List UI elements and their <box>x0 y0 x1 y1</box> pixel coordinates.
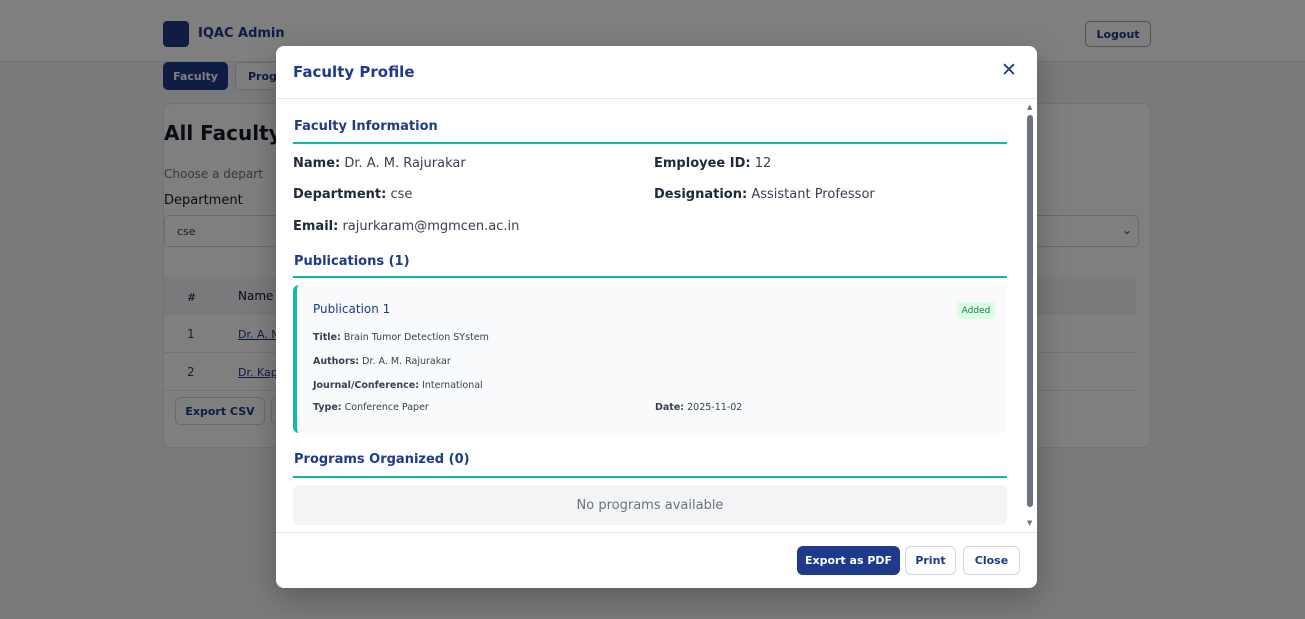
status-badge: Added <box>957 302 995 319</box>
publication-date-value: 2025-11-02 <box>687 402 743 413</box>
email-label: Email: <box>293 219 339 234</box>
publication-title-value: Brain Tumor Detection SYstem <box>343 332 489 343</box>
section-divider <box>293 142 1007 144</box>
scrollbar-thumb[interactable] <box>1027 115 1033 507</box>
publication-date-label: Date: <box>655 402 685 413</box>
close-icon[interactable]: ✕ <box>998 59 1020 81</box>
section-divider <box>293 276 1007 278</box>
faculty-information-heading: Faculty Information <box>294 119 438 134</box>
publication-journal-value: International <box>422 380 483 391</box>
designation-value: Assistant Professor <box>751 187 875 202</box>
email-value: rajurkaram@mgmcen.ac.in <box>342 219 520 234</box>
publication-journal: Journal/Conference: International <box>313 380 483 391</box>
faculty-department: Department: cse <box>293 187 412 202</box>
faculty-designation: Designation: Assistant Professor <box>654 187 875 202</box>
publication-heading: Publication 1 <box>313 302 391 316</box>
programs-empty-state: No programs available <box>293 485 1007 525</box>
publication-authors-label: Authors: <box>313 356 360 367</box>
employee-id-value: 12 <box>754 156 772 171</box>
modal-title: Faculty Profile <box>293 63 415 81</box>
publication-authors-value: Dr. A. M. Rajurakar <box>362 356 451 367</box>
name-label: Name: <box>293 156 341 171</box>
faculty-email: Email: rajurkaram@mgmcen.ac.in <box>293 219 519 234</box>
employee-id-label: Employee ID: <box>654 156 751 171</box>
publication-journal-label: Journal/Conference: <box>313 380 420 391</box>
department-field-value: cse <box>390 187 413 202</box>
publication-card: Publication 1 Added Title: Brain Tumor D… <box>293 285 1007 433</box>
modal-body[interactable]: Faculty Information Name: Dr. A. M. Raju… <box>276 99 1037 532</box>
department-field-label: Department: <box>293 187 387 202</box>
scroll-up-arrow-icon[interactable]: ▲ <box>1027 103 1032 111</box>
scroll-down-arrow-icon[interactable]: ▼ <box>1027 519 1032 527</box>
publication-type-label: Type: <box>313 402 342 413</box>
print-button[interactable]: Print <box>905 546 956 575</box>
close-button[interactable]: Close <box>963 546 1020 575</box>
export-pdf-button[interactable]: Export as PDF <box>797 546 900 575</box>
section-divider <box>293 476 1007 478</box>
modal-footer: Export as PDF Print Close <box>276 532 1037 588</box>
publication-type-value: Conference Paper <box>344 402 429 413</box>
modal-scrollbar[interactable]: ▲ ▼ <box>1024 101 1036 531</box>
publication-title-label: Title: <box>313 332 341 343</box>
employee-id: Employee ID: 12 <box>654 156 771 171</box>
publication-type: Type: Conference Paper <box>313 402 429 413</box>
programs-heading: Programs Organized (0) <box>294 452 470 467</box>
faculty-profile-modal: Faculty Profile ✕ Faculty Information Na… <box>276 46 1037 588</box>
designation-label: Designation: <box>654 187 748 202</box>
publication-authors: Authors: Dr. A. M. Rajurakar <box>313 356 451 367</box>
publication-date: Date: 2025-11-02 <box>655 402 742 413</box>
publication-title: Title: Brain Tumor Detection SYstem <box>313 332 489 343</box>
name-value: Dr. A. M. Rajurakar <box>344 156 466 171</box>
faculty-name: Name: Dr. A. M. Rajurakar <box>293 156 466 171</box>
modal-header: Faculty Profile ✕ <box>276 46 1037 99</box>
publications-heading: Publications (1) <box>294 254 410 269</box>
